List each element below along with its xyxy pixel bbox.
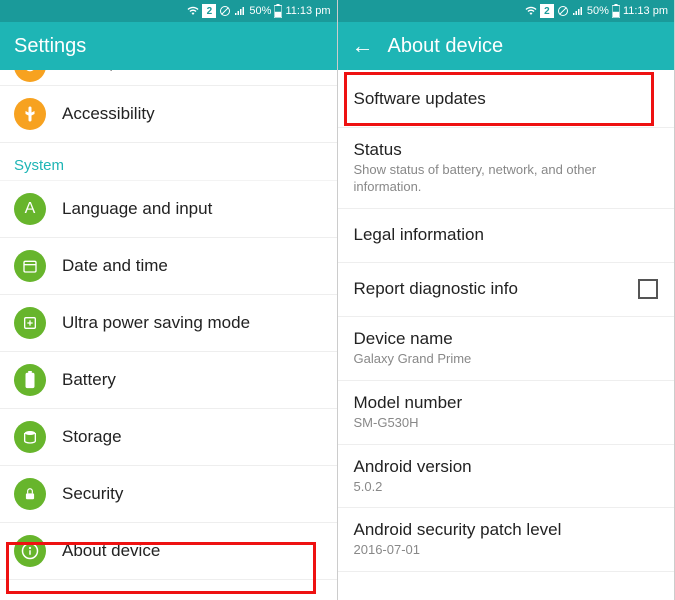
detail-subtitle: SM-G530H <box>354 415 659 432</box>
settings-label: Language and input <box>62 199 212 219</box>
no-icon <box>557 5 569 17</box>
settings-label: Accessibility <box>62 104 155 124</box>
sim-icon: 2 <box>540 4 554 18</box>
about-content[interactable]: Software updates Status Show status of b… <box>338 70 675 600</box>
settings-item-datetime[interactable]: Date and time <box>0 238 337 295</box>
settings-label: Backup and reset <box>62 70 194 72</box>
backup-icon <box>14 70 46 82</box>
about-item-android-version[interactable]: Android version 5.0.2 <box>338 445 675 509</box>
settings-label: Security <box>62 484 123 504</box>
about-item-model[interactable]: Model number SM-G530H <box>338 381 675 445</box>
lock-icon <box>14 478 46 510</box>
detail-subtitle: 2016-07-01 <box>354 542 659 559</box>
system-section-header: System <box>0 143 337 181</box>
info-icon <box>14 535 46 567</box>
settings-label: Ultra power saving mode <box>62 313 250 333</box>
settings-item-about[interactable]: About device <box>0 523 337 580</box>
battery-icon <box>14 364 46 396</box>
hand-icon <box>14 98 46 130</box>
about-app-bar: ← About device <box>338 22 675 70</box>
wifi-icon <box>525 5 537 17</box>
detail-title: Report diagnostic info <box>354 279 659 299</box>
detail-subtitle: Galaxy Grand Prime <box>354 351 659 368</box>
about-item-legal[interactable]: Legal information <box>338 209 675 263</box>
about-item-status[interactable]: Status Show status of battery, network, … <box>338 128 675 209</box>
settings-app-bar: Settings <box>0 22 337 70</box>
settings-content[interactable]: Backup and reset Accessibility System A … <box>0 70 337 600</box>
detail-subtitle: 5.0.2 <box>354 479 659 496</box>
settings-item-accessibility[interactable]: Accessibility <box>0 86 337 143</box>
storage-icon <box>14 421 46 453</box>
settings-screen: 2 50% 11:13 pm Settings Backup and reset… <box>0 0 338 600</box>
clock-text: 11:13 pm <box>285 5 330 17</box>
about-item-diagnostic[interactable]: Report diagnostic info <box>338 263 675 317</box>
settings-label: Date and time <box>62 256 168 276</box>
settings-label: Storage <box>62 427 122 447</box>
status-bar: 2 50% 11:13 pm <box>338 0 675 22</box>
battery-icon <box>612 4 620 18</box>
settings-item-language[interactable]: A Language and input <box>0 181 337 238</box>
battery-percent: 50% <box>249 5 271 17</box>
settings-item-backup[interactable]: Backup and reset <box>0 70 337 86</box>
sim-icon: 2 <box>202 4 216 18</box>
settings-item-powersaving[interactable]: Ultra power saving mode <box>0 295 337 352</box>
settings-title: Settings <box>14 35 86 58</box>
battery-icon <box>274 4 282 18</box>
about-item-patch-level[interactable]: Android security patch level 2016-07-01 <box>338 508 675 572</box>
settings-item-battery[interactable]: Battery <box>0 352 337 409</box>
battery-percent: 50% <box>587 5 609 17</box>
settings-label: Battery <box>62 370 116 390</box>
back-button[interactable]: ← <box>352 33 374 59</box>
detail-title: Status <box>354 140 659 160</box>
wifi-icon <box>187 5 199 17</box>
detail-title: Android version <box>354 457 659 477</box>
detail-title: Model number <box>354 393 659 413</box>
language-icon: A <box>14 193 46 225</box>
diagnostic-checkbox[interactable] <box>638 279 658 299</box>
powersaving-icon <box>14 307 46 339</box>
settings-item-storage[interactable]: Storage <box>0 409 337 466</box>
about-device-screen: 2 50% 11:13 pm ← About device Software u… <box>338 0 675 600</box>
about-item-software-updates[interactable]: Software updates <box>338 70 675 128</box>
about-title: About device <box>388 35 504 58</box>
status-bar: 2 50% 11:13 pm <box>0 0 337 22</box>
detail-title: Software updates <box>354 89 659 109</box>
about-item-device-name[interactable]: Device name Galaxy Grand Prime <box>338 317 675 381</box>
detail-title: Android security patch level <box>354 520 659 540</box>
clock-text: 11:13 pm <box>623 5 668 17</box>
no-icon <box>219 5 231 17</box>
calendar-icon <box>14 250 46 282</box>
settings-label: About device <box>62 541 160 561</box>
signal-icon <box>234 5 246 17</box>
signal-icon <box>572 5 584 17</box>
detail-subtitle: Show status of battery, network, and oth… <box>354 162 659 196</box>
settings-item-security[interactable]: Security <box>0 466 337 523</box>
detail-title: Device name <box>354 329 659 349</box>
detail-title: Legal information <box>354 225 659 245</box>
